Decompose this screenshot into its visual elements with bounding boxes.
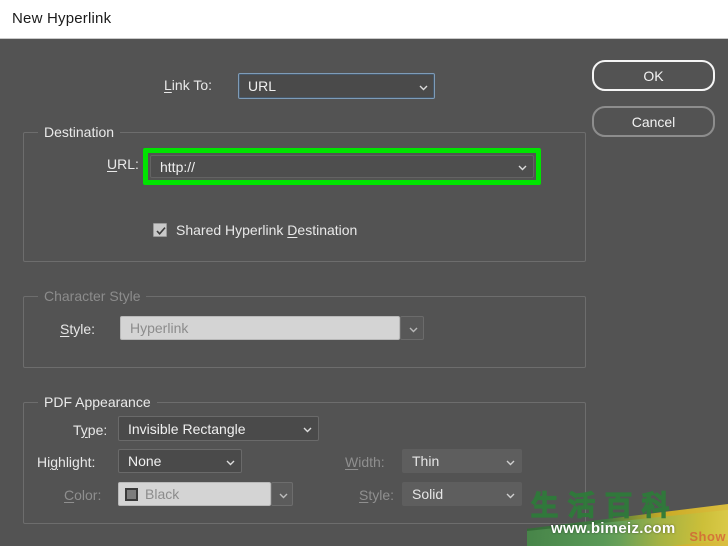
pdf-style-label: Style: bbox=[359, 487, 394, 503]
title-bar: New Hyperlink bbox=[0, 0, 728, 39]
check-icon bbox=[156, 227, 166, 235]
type-value: Invisible Rectangle bbox=[128, 420, 246, 437]
url-label-rest: RL: bbox=[117, 156, 139, 172]
shared-hyperlink-destination-row[interactable]: Shared Hyperlink Destination bbox=[153, 222, 357, 238]
width-value: Thin bbox=[412, 453, 440, 469]
type-label-post: pe: bbox=[87, 422, 108, 438]
url-label: URL: bbox=[107, 156, 139, 172]
link-to-label-mnemonic: L bbox=[164, 77, 172, 93]
link-to-label-rest: ink To: bbox=[171, 77, 213, 93]
shared-label-mnemonic: D bbox=[287, 222, 298, 238]
chevron-down-icon bbox=[410, 82, 434, 91]
character-style-label-rest: tyle: bbox=[69, 321, 96, 337]
chevron-down-icon bbox=[294, 424, 318, 433]
window-title: New Hyperlink bbox=[12, 10, 112, 27]
link-to-label: Link To: bbox=[164, 77, 212, 93]
color-swatch-icon bbox=[125, 487, 138, 501]
shared-hyperlink-destination-checkbox[interactable] bbox=[153, 223, 167, 237]
character-style-dropdown-arrow[interactable] bbox=[400, 316, 424, 340]
pdf-appearance-group-title: PDF Appearance bbox=[38, 394, 157, 410]
pdf-style-label-rest: tyle: bbox=[368, 487, 395, 503]
type-dropdown[interactable]: Invisible Rectangle bbox=[118, 416, 319, 441]
chevron-down-icon[interactable] bbox=[509, 162, 533, 171]
type-label-mnemonic: y bbox=[80, 422, 88, 438]
ok-button-label: OK bbox=[643, 67, 664, 84]
link-to-dropdown[interactable]: URL bbox=[238, 73, 435, 99]
url-value: http:// bbox=[160, 158, 196, 175]
width-label-mnemonic: W bbox=[345, 454, 359, 470]
character-style-dropdown[interactable]: Hyperlink bbox=[120, 316, 400, 340]
highlight-label: Highlight: bbox=[37, 454, 95, 470]
color-dropdown-arrow[interactable] bbox=[271, 482, 293, 506]
watermark-ghost-text: Show bbox=[689, 529, 726, 544]
character-style-value: Hyperlink bbox=[130, 320, 189, 336]
chevron-down-icon bbox=[408, 324, 417, 333]
url-dropdown-input[interactable]: http:// bbox=[150, 155, 534, 178]
width-label-rest: idth: bbox=[358, 454, 385, 470]
width-dropdown[interactable]: Thin bbox=[402, 449, 522, 473]
character-style-group-title: Character Style bbox=[38, 288, 147, 304]
ok-button[interactable]: OK bbox=[592, 60, 715, 91]
pdf-style-dropdown[interactable]: Solid bbox=[402, 482, 522, 506]
pdf-style-label-mnemonic: S bbox=[359, 487, 369, 503]
shared-hyperlink-destination-label: Shared Hyperlink Destination bbox=[176, 222, 357, 238]
link-to-value: URL bbox=[248, 78, 277, 94]
color-value: Black bbox=[145, 486, 180, 502]
cancel-button[interactable]: Cancel bbox=[592, 106, 715, 137]
color-dropdown[interactable]: Black bbox=[118, 482, 271, 506]
highlight-label-pre: Hi bbox=[37, 454, 51, 470]
shared-label-pre: Shared Hyperlink bbox=[176, 222, 288, 238]
url-label-mnemonic: U bbox=[107, 156, 118, 172]
cancel-button-label: Cancel bbox=[631, 113, 676, 130]
character-style-label: Style: bbox=[60, 321, 95, 337]
color-label-mnemonic: C bbox=[64, 487, 75, 503]
highlight-label-post: hlight: bbox=[58, 454, 96, 470]
type-label: Type: bbox=[73, 422, 107, 438]
color-value-wrap: Black bbox=[119, 486, 270, 502]
pdf-style-value: Solid bbox=[412, 486, 444, 502]
new-hyperlink-dialog: New Hyperlink Link To: URL OK Cancel Des… bbox=[0, 0, 728, 546]
type-label-pre: T bbox=[73, 422, 81, 438]
character-style-label-mnemonic: S bbox=[60, 321, 70, 337]
highlight-value: None bbox=[128, 453, 162, 469]
destination-group-title: Destination bbox=[38, 124, 121, 140]
shared-label-post: estination bbox=[297, 222, 358, 238]
color-label: Color: bbox=[64, 487, 101, 503]
chevron-down-icon bbox=[497, 490, 521, 499]
chevron-down-icon bbox=[278, 490, 287, 499]
chevron-down-icon bbox=[217, 457, 241, 466]
width-label: Width: bbox=[345, 454, 385, 470]
color-label-rest: olor: bbox=[74, 487, 102, 503]
chevron-down-icon bbox=[497, 457, 521, 466]
highlight-label-mnemonic: g bbox=[50, 454, 59, 470]
highlight-dropdown[interactable]: None bbox=[118, 449, 242, 473]
